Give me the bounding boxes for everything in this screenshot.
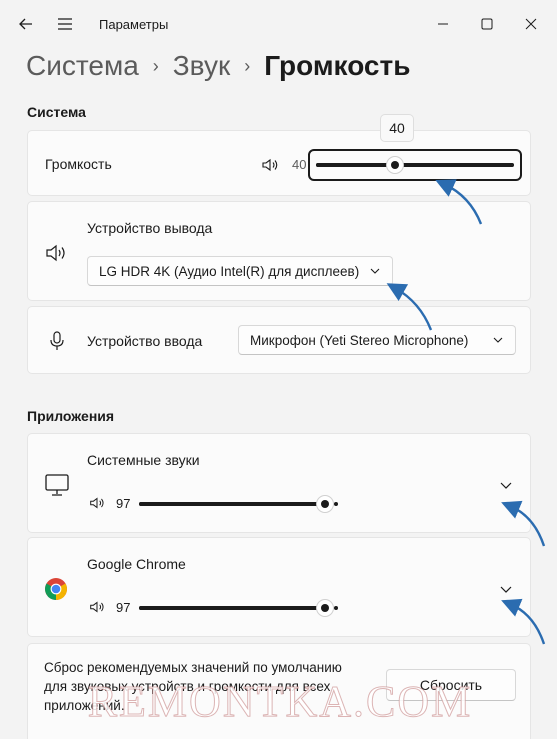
input-device-dropdown[interactable]: Микрофон (Yeti Stereo Microphone) <box>238 325 516 355</box>
volume-tooltip: 40 <box>380 114 414 142</box>
section-title-apps: Приложения <box>27 408 115 424</box>
speaker-icon[interactable] <box>260 155 280 175</box>
app-volume-value: 97 <box>116 600 131 615</box>
reset-button[interactable]: Сбросить <box>386 669 516 701</box>
reset-card: Сброс рекомендуемых значений по умолчани… <box>27 643 531 739</box>
app-volume-slider-thumb[interactable] <box>316 495 335 513</box>
window-title: Параметры <box>99 17 169 32</box>
chevron-right-icon: › <box>152 55 159 76</box>
output-device-dropdown[interactable]: LG HDR 4K (Аудио Intel(R) для дисплеев) <box>87 256 393 286</box>
chevron-right-icon: › <box>244 55 251 76</box>
reset-description: Сброс рекомендуемых значений по умолчани… <box>44 660 342 713</box>
chevron-down-icon[interactable] <box>500 583 512 595</box>
input-device-card: Устройство ввода Микрофон (Yeti Stereo M… <box>27 306 531 374</box>
chevron-down-icon <box>493 337 503 343</box>
app-volume-slider-thumb[interactable] <box>316 599 335 617</box>
app-volume-slider-fill <box>139 606 326 610</box>
hamburger-menu-icon[interactable] <box>55 14 75 34</box>
input-device-value: Микрофон (Yeti Stereo Microphone) <box>250 332 469 348</box>
slider-end-marker <box>334 606 338 610</box>
microphone-icon <box>50 331 64 350</box>
breadcrumb-item-sound[interactable]: Звук <box>173 50 230 82</box>
volume-slider-fill <box>316 163 514 167</box>
chrome-icon <box>45 578 67 600</box>
volume-label: Громкость <box>45 156 112 172</box>
app-volume-value: 97 <box>116 496 131 511</box>
app-volume-slider-fill <box>139 502 326 506</box>
output-device-value: LG HDR 4K (Аудио Intel(R) для дисплеев) <box>99 263 360 279</box>
speaker-icon[interactable] <box>88 494 106 512</box>
section-title-system: Система <box>27 104 86 120</box>
output-device-label: Устройство вывода <box>87 220 213 236</box>
slider-end-marker <box>334 502 338 506</box>
close-icon[interactable] <box>521 14 541 34</box>
speaker-icon <box>46 244 65 262</box>
minimize-icon[interactable] <box>433 14 453 34</box>
app-name: Google Chrome <box>87 556 186 572</box>
speaker-icon[interactable] <box>88 598 106 616</box>
app-card-system-sounds[interactable]: Системные звуки 97 <box>27 433 531 533</box>
volume-slider[interactable] <box>316 163 514 167</box>
app-name: Системные звуки <box>87 452 200 468</box>
output-device-card: Устройство вывода LG HDR 4K (Аудио Intel… <box>27 201 531 301</box>
page-title: Громкость <box>264 50 411 81</box>
app-card-google-chrome[interactable]: Google Chrome 97 <box>27 537 531 637</box>
maximize-icon[interactable] <box>477 14 497 34</box>
chevron-down-icon <box>370 268 380 274</box>
volume-card: Громкость 40 <box>27 130 531 196</box>
input-device-label: Устройство ввода <box>87 333 203 349</box>
title-bar: Параметры <box>0 0 557 48</box>
breadcrumb-item-system[interactable]: Система <box>26 50 139 82</box>
volume-value: 40 <box>292 157 307 172</box>
chevron-down-icon[interactable] <box>500 479 512 491</box>
back-arrow-icon[interactable] <box>16 14 36 34</box>
app-volume-slider[interactable] <box>139 502 331 506</box>
app-volume-slider[interactable] <box>139 606 331 610</box>
breadcrumb: Система › Звук › Громкость <box>26 46 410 86</box>
monitor-icon <box>45 474 69 496</box>
